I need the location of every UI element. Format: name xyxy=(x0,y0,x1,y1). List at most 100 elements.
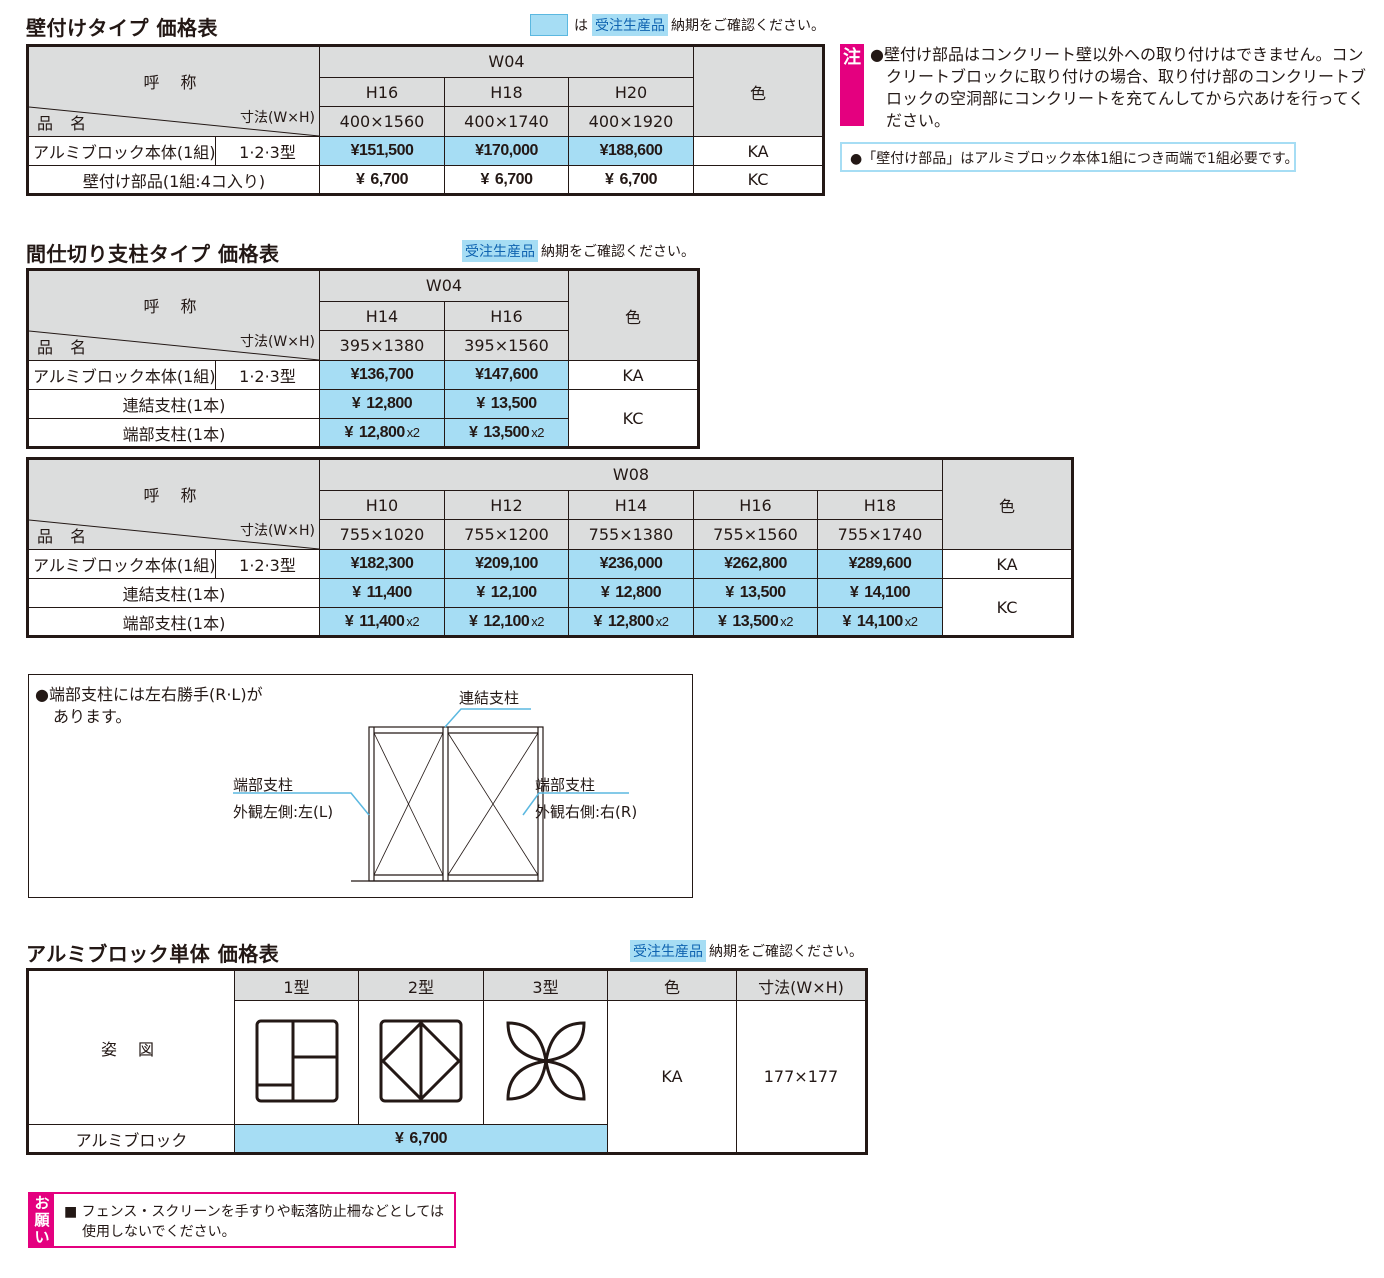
color-header: 色 xyxy=(607,969,737,1001)
post-order-note: 受注生産品 納期をご確認ください。 xyxy=(462,240,695,262)
dim-cell: 755×1560 xyxy=(693,519,818,550)
row-name: アルミブロック本体(1組) xyxy=(27,549,216,579)
color-code: KA xyxy=(942,549,1073,579)
delivery-note: 納期をご確認ください。 xyxy=(709,944,863,960)
row-name: アルミブロック xyxy=(27,1124,235,1154)
price-cell: ¥12,800 x2 xyxy=(319,418,445,448)
price-cell: ¥13,500 x2 xyxy=(693,607,818,637)
price-cell: ¥11,400 xyxy=(319,578,445,608)
row-name: 壁付け部品(1組:4コ入り) xyxy=(27,165,320,195)
price-cell: ¥262,800 xyxy=(693,549,818,579)
request-line1: ■ フェンス・スクリーンを手すりや転落防止柵などとしては xyxy=(64,1204,444,1220)
post-header-cell: 呼 称 寸法(W×H) 品 名 xyxy=(27,269,320,361)
unit-title: アルミブロック単体 価格表 xyxy=(26,942,280,966)
row-name: アルミブロック本体(1組) xyxy=(27,136,216,166)
row-type: 1·2·3型 xyxy=(215,136,320,166)
height-cell: H12 xyxy=(444,489,569,521)
price-cell: ¥13,500 xyxy=(693,578,818,608)
call-name: 呼 称 xyxy=(143,73,205,92)
price-cell: ¥13,500 x2 xyxy=(444,418,569,448)
price-cell: ¥188,600 xyxy=(567,136,695,166)
height-cell: H16 xyxy=(444,300,569,332)
order-badge: 受注生産品 xyxy=(592,14,668,36)
price-cell: ¥12,800 x2 xyxy=(568,607,694,637)
price-cell: ¥11,400 x2 xyxy=(319,607,445,637)
unit-order-note: 受注生産品 納期をご確認ください。 xyxy=(630,940,863,962)
price-cell: ¥12,800 xyxy=(319,389,445,419)
color-code: KC xyxy=(568,389,699,448)
price-cell: ¥209,100 xyxy=(444,549,569,579)
price-cell: ¥147,600 xyxy=(444,360,569,390)
width-code: W08 xyxy=(319,458,943,491)
request-box: お願い ■ フェンス・スクリーンを手すりや転落防止柵などとしては 使用しないでく… xyxy=(28,1192,456,1248)
row-name: 連結支柱(1本) xyxy=(27,578,320,608)
height-cell: H16 xyxy=(693,489,818,521)
caution-mark: 注 xyxy=(840,44,864,126)
wall-price-table: 呼 称 寸法(W×H) 品 名 W04 色 H16 H18 H20 400×15… xyxy=(26,44,826,196)
color-code: KC xyxy=(942,578,1073,637)
unit-dim: 177×177 xyxy=(736,1000,867,1154)
order-swatch xyxy=(530,14,568,36)
post-diagram-box: ●端部支柱には左右勝手(R·L)が あります。 連結支柱 端部支柱 外観左側:左… xyxy=(28,674,693,898)
price-cell: ¥12,800 xyxy=(568,578,694,608)
color-header: 色 xyxy=(568,269,699,361)
type3-block-icon xyxy=(505,1020,586,1101)
color-code: KA xyxy=(693,136,825,166)
wall-title: 壁付けタイプ 価格表 xyxy=(26,16,218,40)
price-cell: ¥12,100 xyxy=(444,578,569,608)
unit-color: KA xyxy=(607,1000,737,1154)
color-code: KC xyxy=(693,165,825,195)
height-cell: H14 xyxy=(568,489,694,521)
price-cell: ¥6,700 xyxy=(444,165,569,195)
color-header: 色 xyxy=(942,458,1073,550)
product-name-label: 品 名 xyxy=(37,114,93,133)
color-code: KA xyxy=(568,360,699,390)
price-cell: ¥182,300 xyxy=(319,549,445,579)
height-cell: H10 xyxy=(319,489,445,521)
dim-cell: 755×1020 xyxy=(319,519,445,550)
type1-header: 1型 xyxy=(234,969,359,1001)
row-name: アルミブロック本体(1組) xyxy=(27,360,216,390)
post-w08-table: 呼 称 寸法(W×H) 品 名 W08 色 H10 H12 H14 H16 H1… xyxy=(26,457,1074,638)
price-cell: ¥136,700 xyxy=(319,360,445,390)
price-cell: ¥14,100 x2 xyxy=(817,607,943,637)
row-name: 端部支柱(1本) xyxy=(27,418,320,448)
call-name: 呼 称 xyxy=(143,486,205,505)
shape-header: 姿 図 xyxy=(27,969,235,1125)
unit-price-table: 姿 図 1型 2型 3型 色 寸法(W×H) KA 177×177 アルミブロッ… xyxy=(26,968,868,1155)
dim-label: 寸法(W×H) xyxy=(239,110,315,126)
post-layout-drawing xyxy=(233,708,629,882)
dim-label: 寸法(W×H) xyxy=(239,523,315,539)
legend-is: は xyxy=(574,18,588,34)
dim-cell: 395×1560 xyxy=(444,330,569,361)
wall-parts-note: ●「壁付け部品」はアルミブロック本体1組につき両端で1組必要です。 xyxy=(840,142,1299,172)
order-badge: 受注生産品 xyxy=(630,940,706,962)
order-legend: は 受注生産品 納期をご確認ください。 xyxy=(530,14,825,36)
height-cell: H14 xyxy=(319,300,445,332)
width-code: W04 xyxy=(319,269,569,302)
type2-block-icon xyxy=(379,1019,463,1102)
wall-header-cell: 呼 称 寸法(W×H) 品 名 xyxy=(27,45,320,137)
dim-cell: 395×1380 xyxy=(319,330,445,361)
width-code: W04 xyxy=(318,45,695,78)
row-type: 1·2·3型 xyxy=(215,549,320,579)
height-h18: H18 xyxy=(444,76,569,108)
order-badge: 受注生産品 xyxy=(462,240,538,262)
product-name-label: 品 名 xyxy=(37,527,93,546)
request-mark: お願い xyxy=(30,1194,54,1246)
dim-cell: 400×1560 xyxy=(319,106,445,137)
price-cell: ¥13,500 xyxy=(444,389,569,419)
price-cell: ¥151,500 xyxy=(319,136,445,166)
row-type: 1·2·3型 xyxy=(215,360,320,390)
price-cell: ¥12,100 x2 xyxy=(444,607,569,637)
dim-cell: 400×1920 xyxy=(567,106,695,137)
post-header-cell: 呼 称 寸法(W×H) 品 名 xyxy=(27,458,320,550)
type3-header: 3型 xyxy=(483,969,608,1001)
dim-cell: 755×1380 xyxy=(568,519,694,550)
height-cell: H18 xyxy=(817,489,943,521)
type1-figure xyxy=(234,1000,359,1125)
dim-label: 寸法(W×H) xyxy=(239,334,315,350)
wall-caution-note: ●壁付け部品はコンクリート壁以外への取り付けはできません。コン クリートブロック… xyxy=(870,45,1367,130)
dim-header: 寸法(W×H) xyxy=(736,969,867,1001)
delivery-note: 納期をご確認ください。 xyxy=(671,18,825,34)
